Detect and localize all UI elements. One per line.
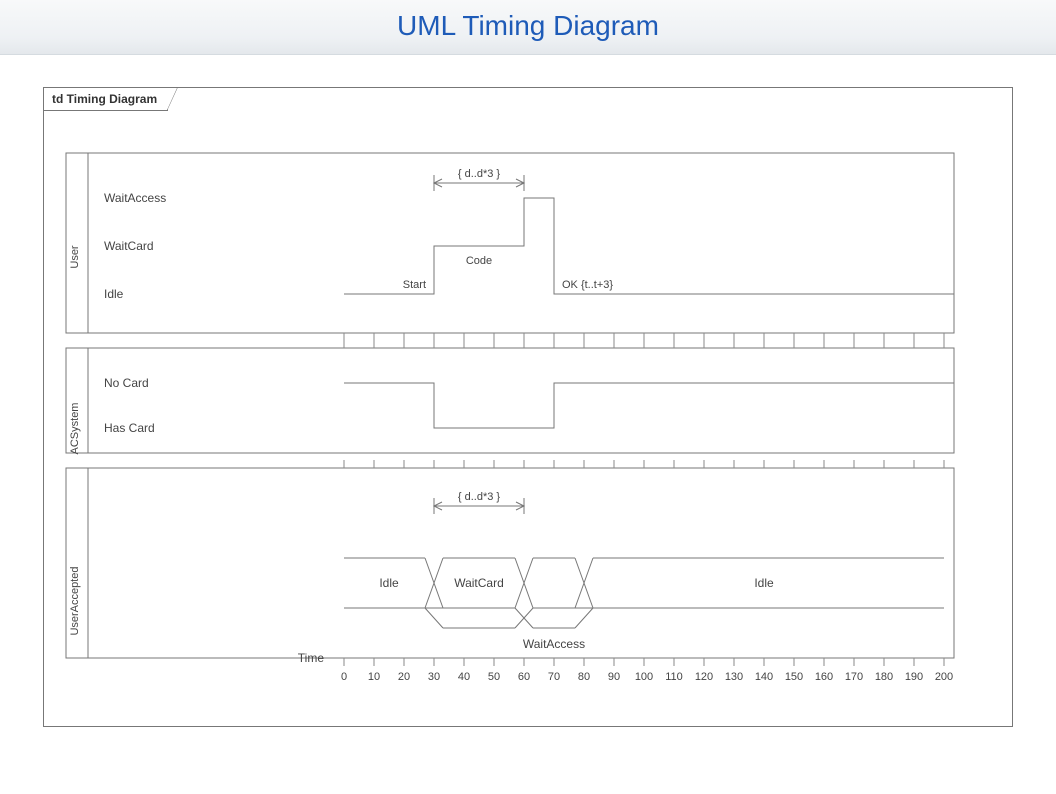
- time-axis-label: Time: [298, 651, 325, 665]
- user-box: [66, 153, 954, 333]
- time-tick-label: 20: [398, 671, 410, 683]
- time-tick-label: 70: [548, 671, 560, 683]
- time-tick-label: 120: [695, 671, 713, 683]
- value-label: Idle: [754, 576, 774, 590]
- time-tick-label: 200: [935, 671, 953, 683]
- time-tick-label: 40: [458, 671, 470, 683]
- user-state-label: WaitAccess: [104, 191, 166, 205]
- time-tick-label: 170: [845, 671, 863, 683]
- time-tick-label: 90: [608, 671, 620, 683]
- acsystem-box: [66, 348, 954, 453]
- timing-svg: WaitAccess WaitCard Idle User { d..d*3 } Star…: [44, 88, 1012, 726]
- value-label: Idle: [379, 576, 399, 590]
- user-waveform: [344, 198, 954, 294]
- time-tick-label: 60: [518, 671, 530, 683]
- time-tick-label: 30: [428, 671, 440, 683]
- useraccepted-name: UserAccepted: [69, 566, 81, 635]
- time-tick-label: 160: [815, 671, 833, 683]
- acsystem-state-label: No Card: [104, 376, 149, 390]
- time-tick-label: 110: [665, 671, 683, 683]
- acsystem-name: ACSystem: [69, 403, 81, 455]
- diagram-canvas: td Timing Diagram WaitAccess WaitCard Idle…: [43, 87, 1013, 727]
- time-tick-label: 100: [635, 671, 653, 683]
- time-tick-label: 10: [368, 671, 380, 683]
- time-tick-label: 190: [905, 671, 923, 683]
- frame-label: td Timing Diagram: [43, 87, 168, 111]
- transition-label: Code: [466, 255, 492, 267]
- useraccepted-box: [66, 468, 954, 658]
- time-tick-label: 50: [488, 671, 500, 683]
- transition-label: Start: [403, 279, 426, 291]
- time-tick-label: 80: [578, 671, 590, 683]
- page-title: UML Timing Diagram: [0, 10, 1056, 42]
- acsystem-waveform: [344, 383, 954, 428]
- user-name: User: [69, 245, 81, 269]
- user-state-label: Idle: [104, 287, 124, 301]
- value-label: WaitAccess: [523, 637, 585, 651]
- value-label: WaitCard: [454, 576, 504, 590]
- time-tick-label: 130: [725, 671, 743, 683]
- timing-frame: td Timing Diagram WaitAccess WaitCard Idle…: [43, 87, 1013, 727]
- time-tick-label: 150: [785, 671, 803, 683]
- time-tick-label: 180: [875, 671, 893, 683]
- acsystem-state-label: Has Card: [104, 421, 155, 435]
- page-header: UML Timing Diagram: [0, 0, 1056, 55]
- useraccepted-constraint: { d..d*3 }: [458, 491, 501, 503]
- transition-label: OK {t..t+3}: [562, 279, 613, 291]
- user-constraint: { d..d*3 }: [458, 168, 501, 180]
- time-tick-label: 0: [341, 671, 347, 683]
- time-tick-label: 140: [755, 671, 773, 683]
- user-state-label: WaitCard: [104, 239, 154, 253]
